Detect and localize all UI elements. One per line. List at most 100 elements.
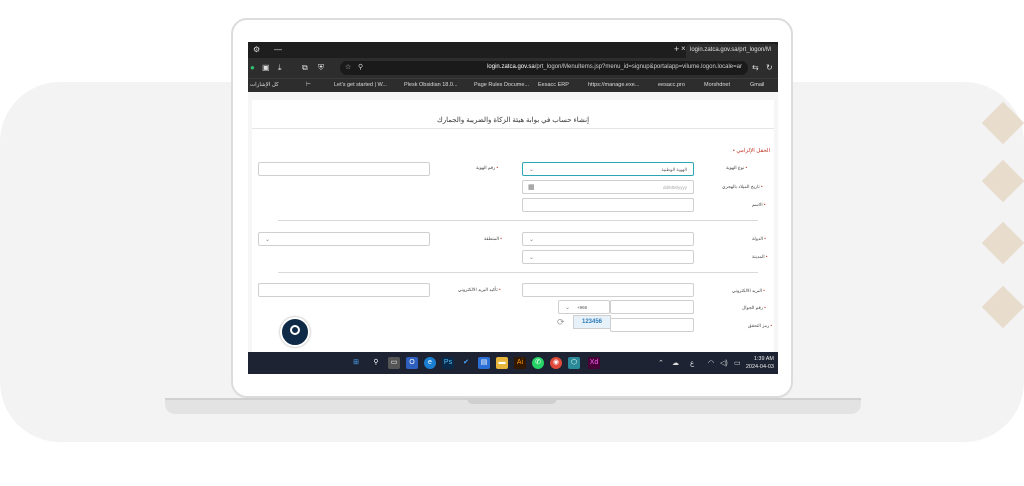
bookmark-all[interactable]: كل الإشارات [250, 82, 279, 88]
email-confirm-input[interactable] [258, 283, 430, 297]
bookmark-item[interactable]: Plesk Obsidian 18.0... [404, 82, 458, 88]
name-label: الاسم • [752, 202, 766, 207]
city-label: المدينة • [752, 254, 768, 259]
system-clock[interactable]: 1:39 AM 2024-04-03 [746, 355, 774, 371]
search-icon[interactable]: ⚲ [370, 357, 382, 369]
dob-placeholder: dd/MM/yyyy [662, 185, 687, 190]
region-select[interactable]: ⌄ [258, 232, 430, 246]
todo-icon[interactable]: ✔ [460, 357, 472, 369]
captcha-input[interactable] [610, 318, 694, 332]
windows-taskbar: ⊞ ⚲ ▭ O e Ps ✔ ▤ ▬ Ai ✆ ◉ ⬡ Xd ⌃ ☁ ع ◠ ◁… [248, 352, 778, 374]
browser-toolbar: ● ▣ ⤓ ⧉ ⛨ ☆ ⚲ login.zatca.gov.sa/prt_log… [248, 58, 778, 78]
email-confirm-label: تأكيد البريد الالكتروني • [458, 287, 501, 292]
shield-icon[interactable]: ⛨ [318, 63, 324, 73]
bookmark-item[interactable]: Eesacc ERP [538, 82, 569, 88]
mobile-label: رقم الجوال • [742, 305, 766, 310]
tab-title: login.zatca.gov.sa/prt_logon/M [690, 47, 771, 53]
chevron-down-icon: ⌄ [529, 167, 535, 173]
screenshot-icon[interactable]: ⧉ [302, 63, 308, 73]
chevron-down-icon: ⌄ [265, 237, 271, 243]
dob-input[interactable]: ▦ dd/MM/yyyy [522, 180, 694, 194]
battery-icon[interactable]: ▭ [734, 359, 741, 367]
wifi-icon[interactable]: ◠ [708, 359, 714, 367]
cloud-icon[interactable]: ☁ [672, 359, 679, 367]
bookmarks-bar: كل الإشارات ⊢ Let's get started | W... P… [248, 78, 778, 92]
bookmark-item[interactable]: eesacc.pro [658, 82, 685, 88]
id-type-label: نوع الهوية • [726, 165, 748, 170]
country-select[interactable]: ⌄ [522, 232, 694, 246]
settings-icon[interactable]: ⚙ [253, 45, 260, 54]
bookmark-item[interactable]: Let's get started | W... [334, 82, 387, 88]
windows-start-icon[interactable]: ⊞ [350, 357, 362, 369]
download-icon[interactable]: ⤓ [278, 63, 282, 73]
translate-icon[interactable]: ⇆ [752, 63, 759, 72]
file-explorer-icon[interactable]: ▬ [496, 357, 508, 369]
signup-form-card: إنشاء حساب في بوابة هيئة الزكاة والضريبة… [252, 100, 774, 352]
chevron-down-icon: ⌄ [529, 255, 535, 261]
id-type-select[interactable]: ⌄ الهوية الوطنية [522, 162, 694, 176]
country-label: الدولة • [752, 236, 766, 241]
bookmark-item[interactable]: https://manage.exe... [588, 82, 639, 88]
refresh-captcha-icon[interactable]: ⟳ [557, 317, 565, 328]
browser-tab-bar: ⚙ — + × login.zatca.gov.sa/prt_logon/M [248, 42, 778, 58]
city-select[interactable]: ⌄ [522, 250, 694, 264]
email-input[interactable] [522, 283, 694, 297]
clock-date: 2024-04-03 [745, 364, 774, 370]
pin-icon[interactable]: ⊢ [306, 82, 311, 88]
edge-icon[interactable]: e [424, 357, 436, 369]
new-tab-button[interactable]: + [674, 44, 679, 54]
xd-icon[interactable]: Xd [588, 357, 600, 369]
chevron-up-icon[interactable]: ⌃ [658, 359, 664, 367]
app-icon[interactable]: ⬡ [568, 357, 580, 369]
captcha-image: 123456 [573, 315, 611, 329]
laptop-notch [467, 398, 557, 404]
url-path: /prt_logon/MenuItems.jsp?menu_id=signup&… [534, 64, 742, 70]
required-fields-note: • الحقل الإلزامي [732, 148, 770, 154]
photoshop-icon[interactable]: Ps [442, 357, 454, 369]
minimize-icon[interactable]: — [274, 45, 282, 54]
web-page: إنشاء حساب في بوابة هيئة الزكاة والضريبة… [248, 92, 778, 352]
calendar-icon[interactable]: ▦ [528, 183, 535, 191]
search-icon: ⚲ [358, 64, 364, 71]
bookmark-star-icon[interactable]: ☆ [345, 63, 351, 71]
volume-icon[interactable]: ◁) [720, 359, 728, 367]
browser-tab[interactable]: login.zatca.gov.sa/prt_logon/M [686, 44, 778, 58]
id-number-input[interactable] [258, 162, 430, 176]
dob-label: تاريخ الميلاد بالهجري • [722, 184, 763, 189]
region-label: المنطقة • [484, 236, 502, 241]
title-divider [252, 128, 774, 129]
chrome-icon[interactable]: ◉ [550, 357, 562, 369]
support-chat-button[interactable] [280, 317, 310, 347]
extension-icon[interactable]: ● [250, 63, 255, 72]
laptop-screen: ⚙ — + × login.zatca.gov.sa/prt_logon/M ●… [248, 42, 778, 374]
chevron-down-icon: ⌄ [565, 305, 571, 311]
address-bar[interactable]: ☆ ⚲ login.zatca.gov.sa/prt_logon/MenuIte… [340, 61, 748, 75]
bookmark-item[interactable]: Gmail [750, 82, 764, 88]
section-divider [278, 220, 758, 221]
name-input[interactable] [522, 198, 694, 212]
task-view-icon[interactable]: ▭ [388, 357, 400, 369]
illustrator-icon[interactable]: Ai [514, 357, 526, 369]
chevron-down-icon: ⌄ [529, 237, 535, 243]
clock-time: 1:39 AM [753, 356, 774, 362]
section-divider [278, 272, 758, 273]
tab-close-icon[interactable]: × [681, 44, 686, 53]
email-label: البريد الالكتروني • [732, 288, 765, 293]
bookmark-item[interactable]: Page Rules Docume... [474, 82, 529, 88]
bookmark-item[interactable]: Morshdnet [704, 82, 730, 88]
files-icon[interactable]: ▤ [478, 357, 490, 369]
sidebar-icon[interactable]: ▣ [262, 63, 270, 72]
language-icon[interactable]: ع [690, 359, 694, 367]
country-code-value: +966 [577, 305, 588, 310]
outlook-icon[interactable]: O [406, 357, 418, 369]
reload-icon[interactable]: ↻ [766, 63, 773, 72]
whatsapp-icon[interactable]: ✆ [532, 357, 544, 369]
mobile-input[interactable] [610, 300, 694, 314]
headset-icon [290, 325, 300, 335]
country-code-select[interactable]: ⌄ +966 [558, 300, 610, 314]
url-domain: login.zatca.gov.sa [487, 64, 535, 70]
captcha-label: رمز التحقق • [748, 323, 773, 328]
id-type-value: الهوية الوطنية [661, 167, 687, 172]
id-number-label: رقم الهوية • [476, 165, 499, 170]
form-title: إنشاء حساب في بوابة هيئة الزكاة والضريبة… [436, 117, 590, 124]
